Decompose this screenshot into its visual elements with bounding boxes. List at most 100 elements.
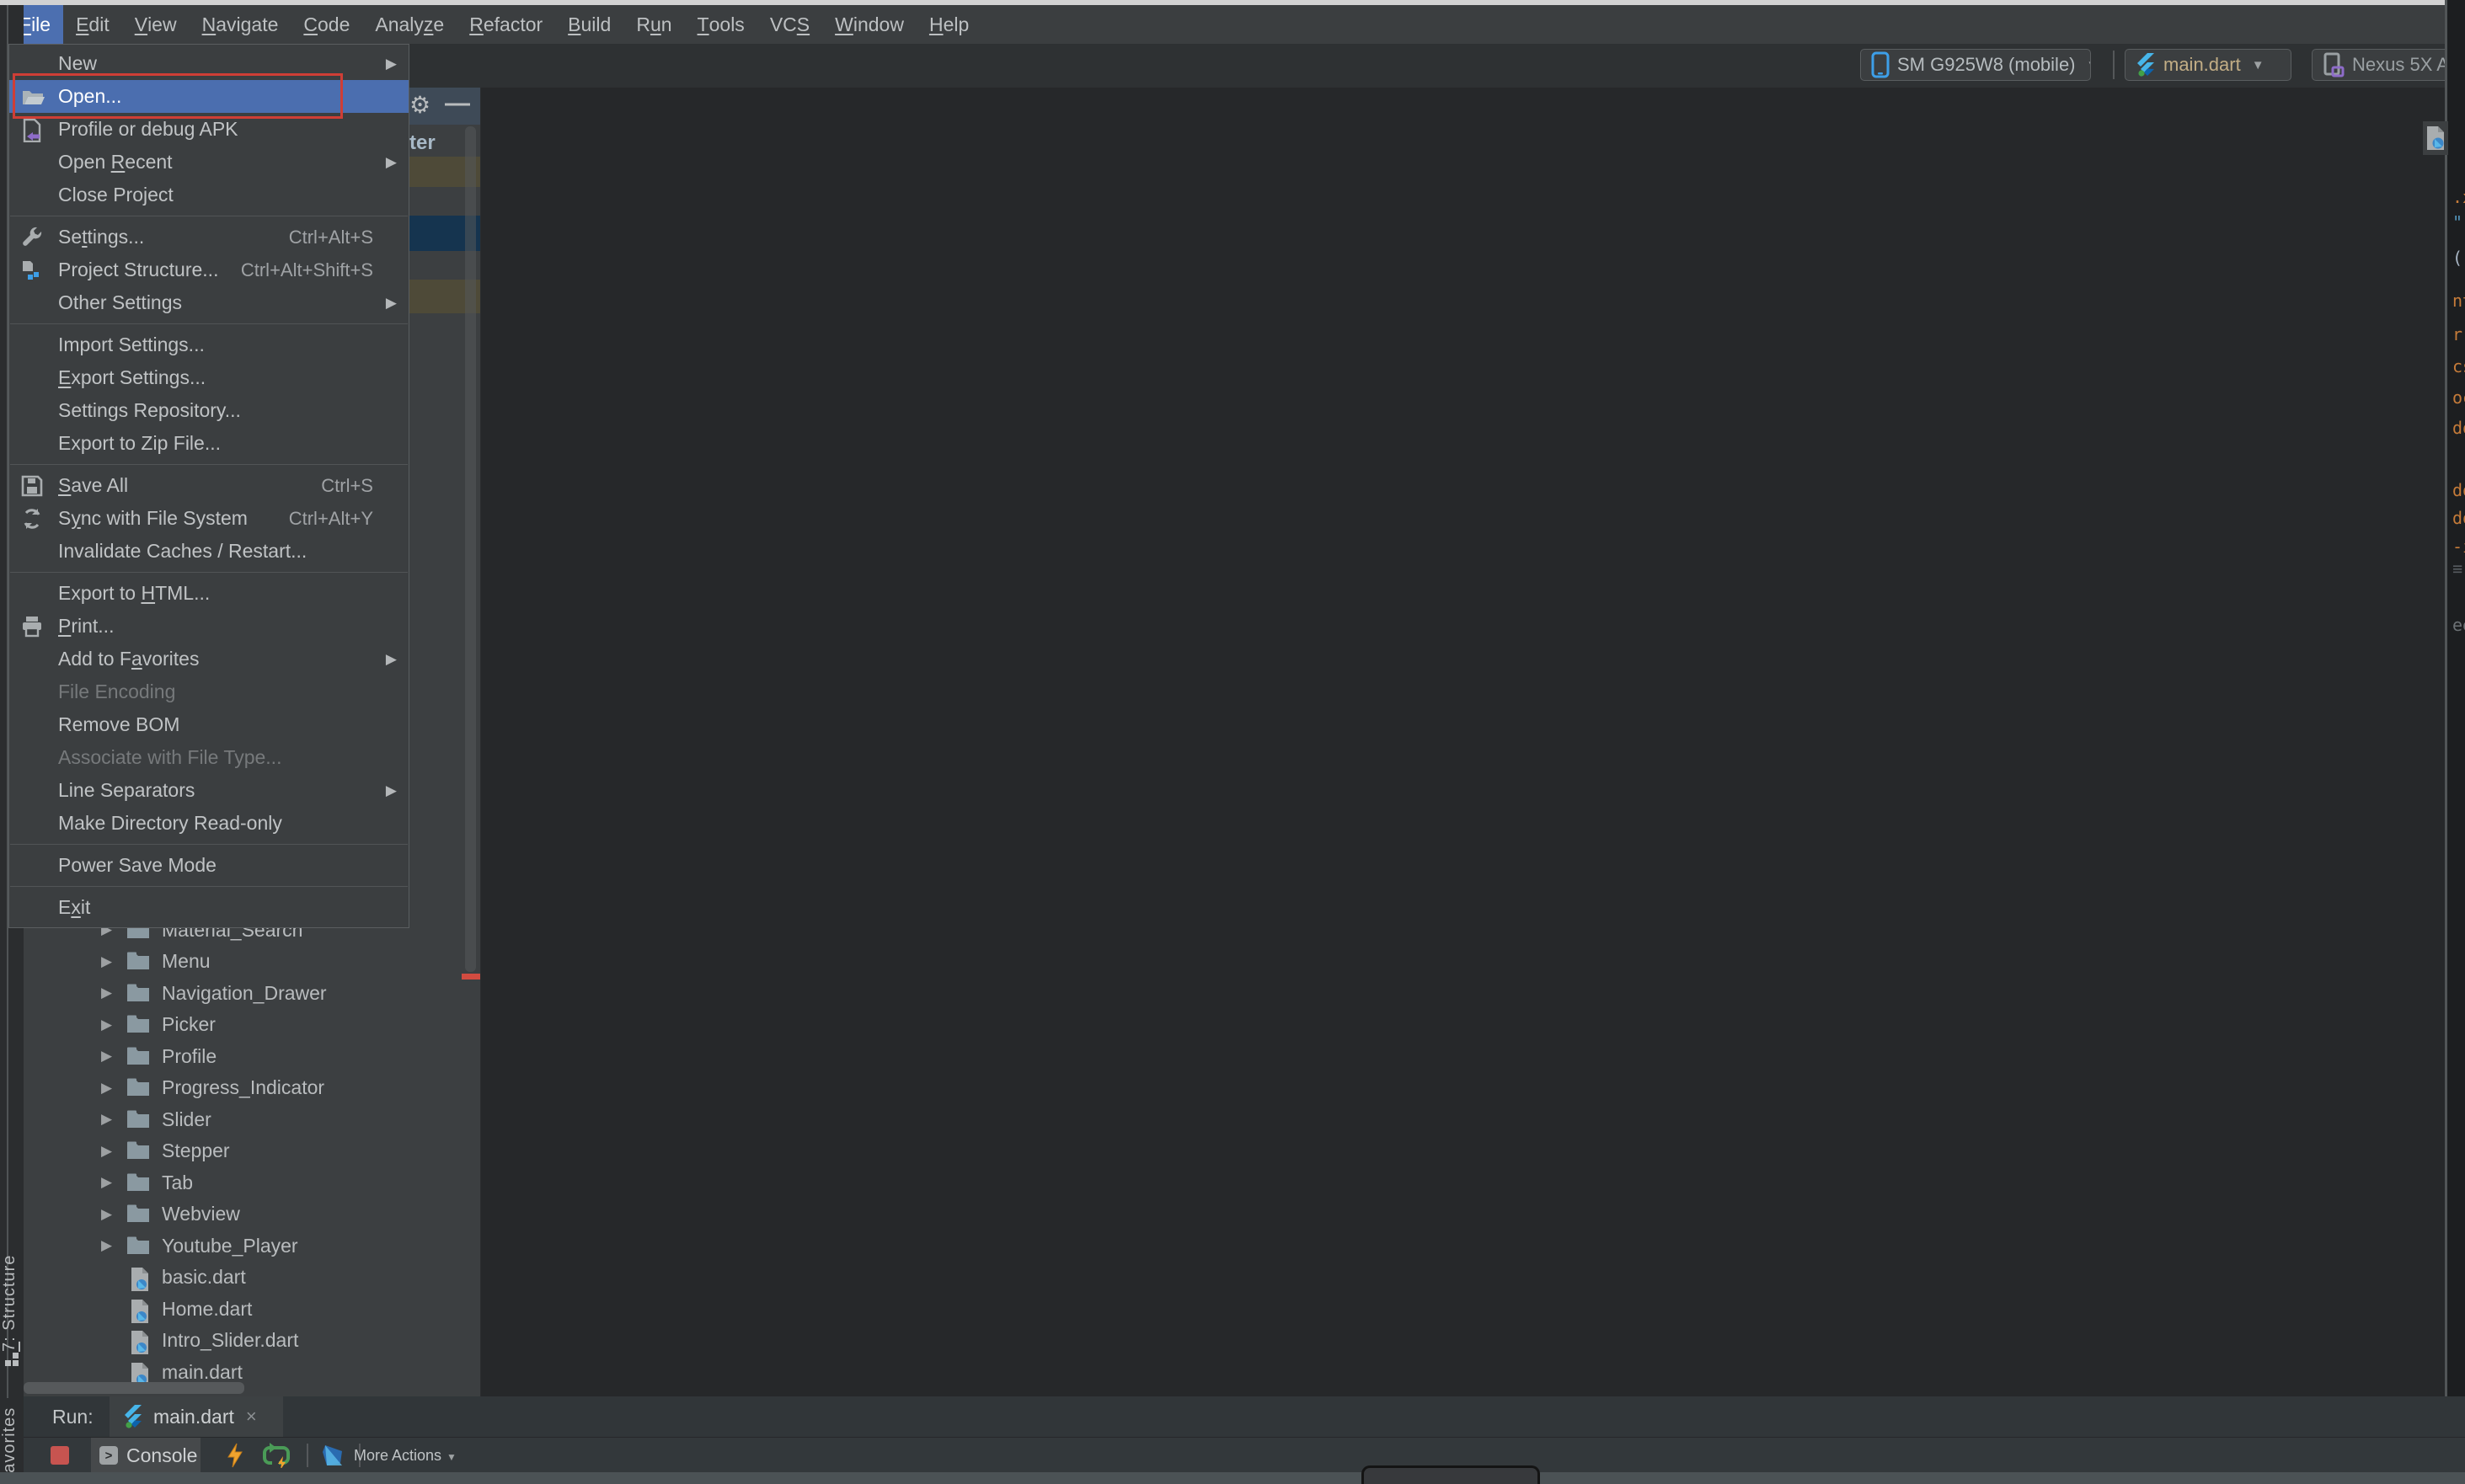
tree-item-progress-indicator[interactable]: ▶ Progress_Indicator [24, 1072, 480, 1103]
menu-item-line-separators[interactable]: Line Separators ▶ [9, 774, 409, 807]
tree-item-slider[interactable]: ▶ Slider [24, 1104, 480, 1135]
tree-item-label: Youtube_Player [162, 1234, 298, 1257]
menu-item-label: Make Directory Read-only [58, 812, 282, 834]
hot-reload-icon[interactable] [226, 1443, 244, 1468]
status-bar-edge [0, 1472, 2465, 1484]
stop-button[interactable] [51, 1446, 69, 1465]
clipped-code-fragment: do [2452, 418, 2465, 438]
tree-item-intro-slider-dart[interactable]: Intro_Slider.dart [24, 1325, 480, 1356]
menu-item-add-to-favorites[interactable]: Add to Favorites ▶ [9, 643, 409, 675]
menu-item-open[interactable]: Open... [9, 80, 409, 113]
menu-item-power-save-mode[interactable]: Power Save Mode [9, 849, 409, 882]
tree-item-stepper[interactable]: ▶ Stepper [24, 1135, 480, 1166]
tab-console[interactable]: > Console [91, 1438, 201, 1473]
menu-item-save-all[interactable]: Save All Ctrl+S [9, 469, 409, 502]
open-folder-icon [21, 86, 45, 108]
menubar-item-edit[interactable]: Edit [63, 5, 122, 44]
menubar-item-navigate[interactable]: Navigate [190, 5, 291, 44]
hot-restart-icon[interactable] [263, 1443, 291, 1468]
menu-item-label: Add to Favorites [58, 648, 200, 670]
menubar-item-help[interactable]: Help [917, 5, 981, 44]
device-selector-dropdown[interactable]: SM G925W8 (mobile) ▼ [1860, 49, 2091, 81]
menu-item-export-to-zip-file[interactable]: Export to Zip File... [9, 427, 409, 460]
run-tool-window: Run: main.dart × > Console More Actions … [24, 1396, 2465, 1473]
menu-item-project-structure[interactable]: Project Structure... Ctrl+Alt+Shift+S [9, 254, 409, 286]
gear-icon[interactable]: ⚙ [409, 91, 430, 119]
menubar-item-vcs[interactable]: VC S [757, 5, 822, 44]
menu-item-close-project[interactable]: Close Project [9, 179, 409, 211]
menu-item-remove-bom[interactable]: Remove BOM [9, 708, 409, 741]
toolbar-divider [2113, 51, 2115, 79]
expand-arrow-icon[interactable]: ▶ [101, 1206, 112, 1223]
menu-item-settings-repository[interactable]: Settings Repository... [9, 394, 409, 427]
tree-horizontal-scrollbar[interactable] [24, 1382, 244, 1394]
menu-item-exit[interactable]: Exit [9, 891, 409, 924]
menu-item-make-directory-read-only[interactable]: Make Directory Read-only [9, 807, 409, 840]
menu-item-sync-with-file-system[interactable]: Sync with File System Ctrl+Alt+Y [9, 502, 409, 535]
hide-panel-icon[interactable]: — [445, 89, 470, 118]
tree-item-youtube-player[interactable]: ▶ Youtube_Player [24, 1230, 480, 1262]
tree-item-webview[interactable]: ▶ Webview [24, 1198, 480, 1230]
tree-item-label: Webview [162, 1203, 240, 1225]
expand-arrow-icon[interactable]: ▶ [101, 985, 112, 1001]
expand-arrow-icon[interactable]: ▶ [101, 953, 112, 970]
toolbar-divider [307, 1444, 308, 1467]
expand-arrow-icon[interactable]: ▶ [101, 1017, 112, 1033]
menu-item-export-settings[interactable]: Export Settings... [9, 361, 409, 394]
menu-item-settings[interactable]: Settings... Ctrl+Alt+S [9, 221, 409, 254]
clipped-code-fragment: ee [2452, 615, 2465, 635]
expand-arrow-icon[interactable]: ▶ [101, 1143, 112, 1160]
sidebar-item-structure[interactable]: 7: Structure [0, 1250, 24, 1356]
submenu-arrow-icon: ▶ [385, 153, 397, 170]
menubar-item-code[interactable]: Code [291, 5, 362, 44]
menu-item-invalidate-caches-restart[interactable]: Invalidate Caches / Restart... [9, 535, 409, 568]
expand-arrow-icon[interactable]: ▶ [101, 1048, 112, 1065]
menubar-item-run[interactable]: Run [623, 5, 684, 44]
tree-item-home-dart[interactable]: Home.dart [24, 1294, 480, 1325]
menu-item-label: New [58, 52, 98, 74]
tree-item-basic-dart[interactable]: basic.dart [24, 1262, 480, 1293]
menu-item-new[interactable]: New ▶ [9, 47, 409, 80]
menu-item-open-recent[interactable]: Open Recent ▶ [9, 146, 409, 179]
menu-item-print[interactable]: Print... [9, 610, 409, 643]
run-config-dropdown[interactable]: main.dart ▼ [2125, 49, 2291, 81]
dart-devtools-icon[interactable] [320, 1443, 345, 1468]
menubar-item-analyze[interactable]: Analy z e [362, 5, 457, 44]
menubar-item-tools[interactable]: Tools [685, 5, 757, 44]
clipped-popup-button[interactable] [1361, 1465, 1540, 1484]
editor-area[interactable] [480, 88, 2446, 1396]
menubar-item-build[interactable]: Build [555, 5, 623, 44]
run-tab-main-dart[interactable]: main.dart × [110, 1396, 283, 1437]
menu-item-import-settings[interactable]: Import Settings... [9, 328, 409, 361]
menu-item-other-settings[interactable]: Other Settings ▶ [9, 286, 409, 319]
phone-icon [1871, 51, 1890, 78]
menu-item-export-to-html[interactable]: Export to HTML... [9, 577, 409, 610]
tree-item-navigation-drawer[interactable]: ▶ Navigation_Drawer [24, 978, 480, 1009]
target-device-dropdown[interactable]: Nexus 5X AP [2312, 49, 2445, 81]
chevron-down-icon: ▼ [2251, 57, 2264, 72]
menu-item-shortcut: Ctrl+S [321, 474, 373, 496]
tree-item-menu[interactable]: ▶ Menu [24, 946, 480, 977]
tree-item-tab[interactable]: ▶ Tab [24, 1167, 480, 1198]
folder-icon [126, 1140, 150, 1161]
tree-item-profile[interactable]: ▶ Profile [24, 1041, 480, 1072]
structure-icon [3, 1351, 20, 1368]
expand-arrow-icon[interactable]: ▶ [101, 1237, 112, 1254]
menubar-item-view[interactable]: View [122, 5, 190, 44]
more-actions-button[interactable]: More Actions ▼ [354, 1447, 457, 1465]
expand-arrow-icon[interactable]: ▶ [101, 1080, 112, 1097]
tree-item-picker[interactable]: ▶ Picker [24, 1009, 480, 1040]
menubar-item-window[interactable]: Window [822, 5, 917, 44]
tree-vertical-scrollbar[interactable] [465, 126, 476, 972]
menubar-item-refactor[interactable]: Refactor [457, 5, 555, 44]
close-icon[interactable]: × [246, 1406, 257, 1428]
tree-item-label: Menu [162, 950, 211, 972]
menu-item-label: Open... [58, 85, 122, 107]
expand-arrow-icon[interactable]: ▶ [101, 1174, 112, 1191]
menu-item-label: Associate with File Type... [58, 746, 282, 768]
tree-item-label: main.dart [162, 1360, 243, 1383]
menu-item-profile-or-debug-apk[interactable]: Profile or debug APK [9, 113, 409, 146]
chevron-down-icon: ▼ [446, 1451, 457, 1463]
expand-arrow-icon[interactable]: ▶ [101, 1111, 112, 1128]
folder-icon [126, 1077, 150, 1097]
